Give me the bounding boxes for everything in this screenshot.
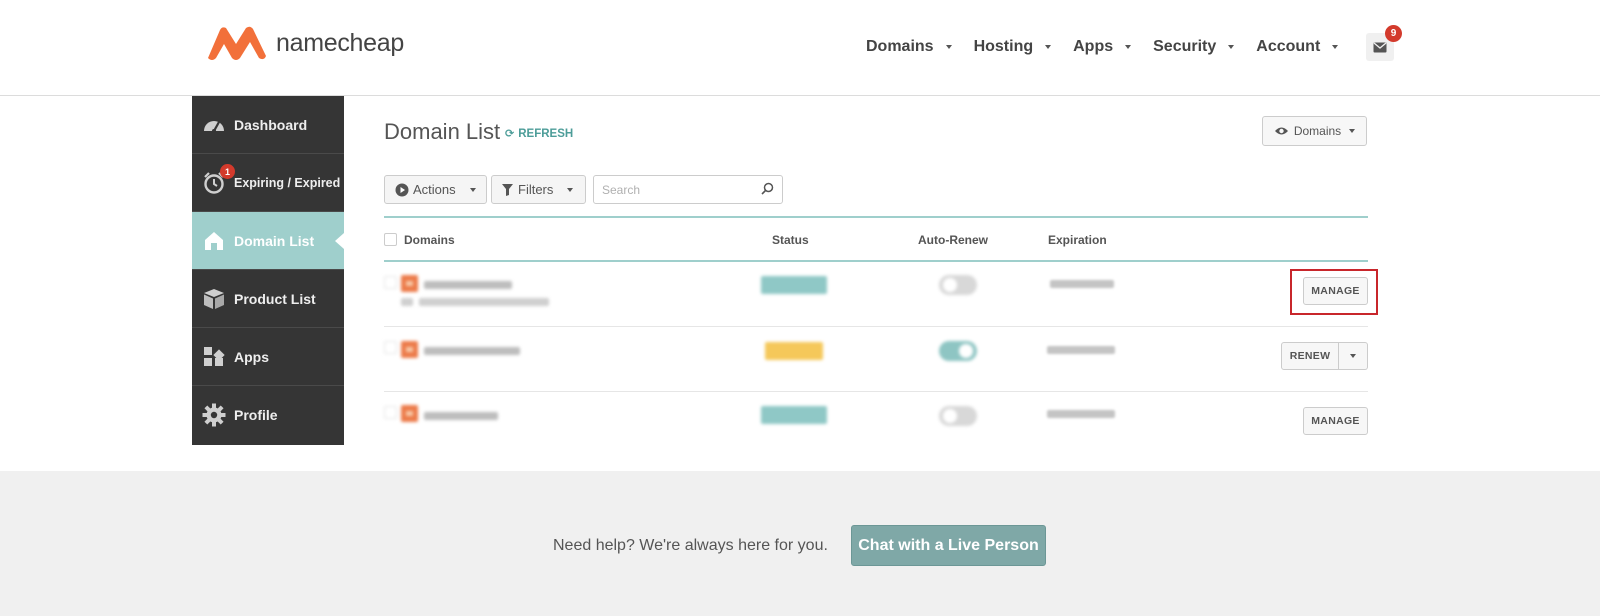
play-circle-icon — [395, 183, 409, 196]
chevron-down-icon — [567, 187, 574, 192]
table-row: RENEW — [384, 327, 1368, 392]
expiring-count-badge: 1 — [220, 164, 235, 179]
chevron-down-icon — [1350, 354, 1356, 358]
search-input[interactable] — [594, 176, 754, 203]
domain-table: Domains Status Auto-Renew Expiration MAN… — [384, 216, 1368, 457]
nav-apps[interactable]: Apps — [1073, 38, 1132, 56]
column-header-status[interactable]: Status — [772, 233, 809, 247]
sidebar-item-label: Apps — [234, 348, 269, 365]
renew-options-toggle[interactable] — [1339, 342, 1368, 370]
renew-button[interactable]: RENEW — [1281, 342, 1339, 370]
gear-icon — [202, 403, 226, 427]
status-pill — [761, 406, 827, 424]
expiration-date-redacted — [1047, 410, 1115, 418]
nav-domains[interactable]: Domains — [866, 38, 952, 56]
chat-live-person-button[interactable]: Chat with a Live Person — [851, 525, 1046, 566]
row-checkbox[interactable] — [384, 276, 397, 289]
nav-apps-label: Apps — [1073, 38, 1114, 55]
sidebar-item-label: Domain List — [234, 232, 315, 249]
sidebar-item-label: Dashboard — [234, 116, 308, 133]
row-checkbox[interactable] — [384, 341, 397, 354]
chevron-down-icon — [1228, 45, 1235, 49]
sidebar-item-expiring[interactable]: 1 Expiring / Expired — [192, 154, 344, 212]
subdomain-icon — [401, 298, 413, 306]
page-title: Domain List — [384, 119, 501, 144]
nav-account-label: Account — [1256, 38, 1321, 55]
actions-dropdown[interactable]: Actions — [384, 175, 487, 204]
search-box — [593, 175, 783, 204]
row-checkbox[interactable] — [384, 406, 397, 419]
auto-renew-toggle[interactable] — [939, 406, 977, 426]
sidebar-item-dashboard[interactable]: Dashboard — [192, 96, 344, 154]
envelope-icon — [1373, 42, 1387, 52]
expiration-date-redacted — [1050, 280, 1114, 288]
main-nav: Domains Hosting Apps Security Account — [866, 38, 1360, 56]
messages-count-badge: 9 — [1385, 25, 1402, 42]
apps-grid-icon — [202, 345, 226, 369]
status-pill — [765, 342, 823, 360]
refresh-label: REFRESH — [518, 127, 574, 140]
eye-icon — [1274, 127, 1288, 135]
auto-renew-toggle[interactable] — [939, 275, 977, 295]
sidebar-item-apps[interactable]: Apps — [192, 328, 344, 386]
gauge-icon — [202, 113, 226, 137]
domain-subtext-redacted — [419, 298, 549, 306]
nav-security-label: Security — [1153, 38, 1217, 55]
select-all-checkbox[interactable] — [384, 233, 397, 246]
chevron-down-icon — [469, 187, 476, 192]
refresh-link[interactable]: ⟳ REFRESH — [505, 127, 574, 141]
nav-account[interactable]: Account — [1256, 38, 1339, 56]
domain-name-redacted[interactable] — [424, 412, 498, 420]
namecheap-logo[interactable]: namecheap — [206, 24, 404, 62]
table-row: MANAGE — [384, 392, 1368, 457]
expiration-date-redacted — [1047, 346, 1115, 354]
nav-domains-label: Domains — [866, 38, 934, 55]
chevron-down-icon — [1349, 129, 1356, 133]
highlight-annotation — [1290, 269, 1378, 315]
sidebar-item-label: Product List — [234, 290, 316, 307]
chevron-down-icon — [1125, 45, 1132, 49]
box-icon — [202, 287, 226, 311]
sidebar-item-product-list[interactable]: Product List — [192, 270, 344, 328]
search-icon[interactable] — [761, 182, 774, 195]
filter-icon — [502, 183, 513, 196]
nav-security[interactable]: Security — [1153, 38, 1235, 56]
domain-favicon-icon — [401, 341, 418, 358]
domain-favicon-icon — [401, 275, 418, 292]
actions-label: Actions — [413, 182, 456, 197]
sidebar-item-label: Profile — [234, 407, 278, 423]
refresh-icon: ⟳ — [505, 128, 515, 140]
column-header-expiration[interactable]: Expiration — [1048, 233, 1107, 247]
nav-hosting[interactable]: Hosting — [974, 38, 1052, 56]
domain-favicon-icon — [401, 405, 418, 422]
view-selector-dropdown[interactable]: Domains — [1262, 116, 1367, 146]
status-pill — [761, 276, 827, 294]
auto-renew-toggle[interactable] — [939, 341, 977, 361]
table-row: MANAGE — [384, 262, 1368, 327]
sidebar-item-label: Expiring / Expired — [234, 175, 341, 190]
sidebar-item-profile[interactable]: Profile — [192, 386, 344, 444]
view-selector-label: Domains — [1293, 124, 1342, 138]
sidebar-item-domain-list[interactable]: Domain List — [192, 212, 344, 270]
logo-mark-icon — [208, 26, 266, 60]
help-text: Need help? We're always here for you. — [553, 537, 828, 554]
top-header: namecheap Domains Hosting Apps Security … — [0, 0, 1600, 96]
manage-button[interactable]: MANAGE — [1303, 407, 1368, 435]
chevron-down-icon — [945, 45, 952, 49]
filters-label: Filters — [518, 182, 554, 197]
filters-dropdown[interactable]: Filters — [491, 175, 586, 204]
home-icon — [202, 229, 226, 253]
chevron-down-icon — [1045, 45, 1052, 49]
column-header-auto-renew[interactable]: Auto-Renew — [918, 233, 988, 247]
brand-name: namecheap — [276, 28, 404, 57]
domain-name-redacted[interactable] — [424, 281, 512, 289]
sidebar: Dashboard 1 Expiring / Expired Domain Li… — [192, 96, 344, 445]
nav-hosting-label: Hosting — [973, 38, 1034, 55]
chevron-down-icon — [1332, 45, 1339, 49]
column-header-domains[interactable]: Domains — [404, 233, 455, 247]
table-header: Domains Status Auto-Renew Expiration — [384, 216, 1368, 262]
domain-name-redacted[interactable] — [424, 347, 520, 355]
